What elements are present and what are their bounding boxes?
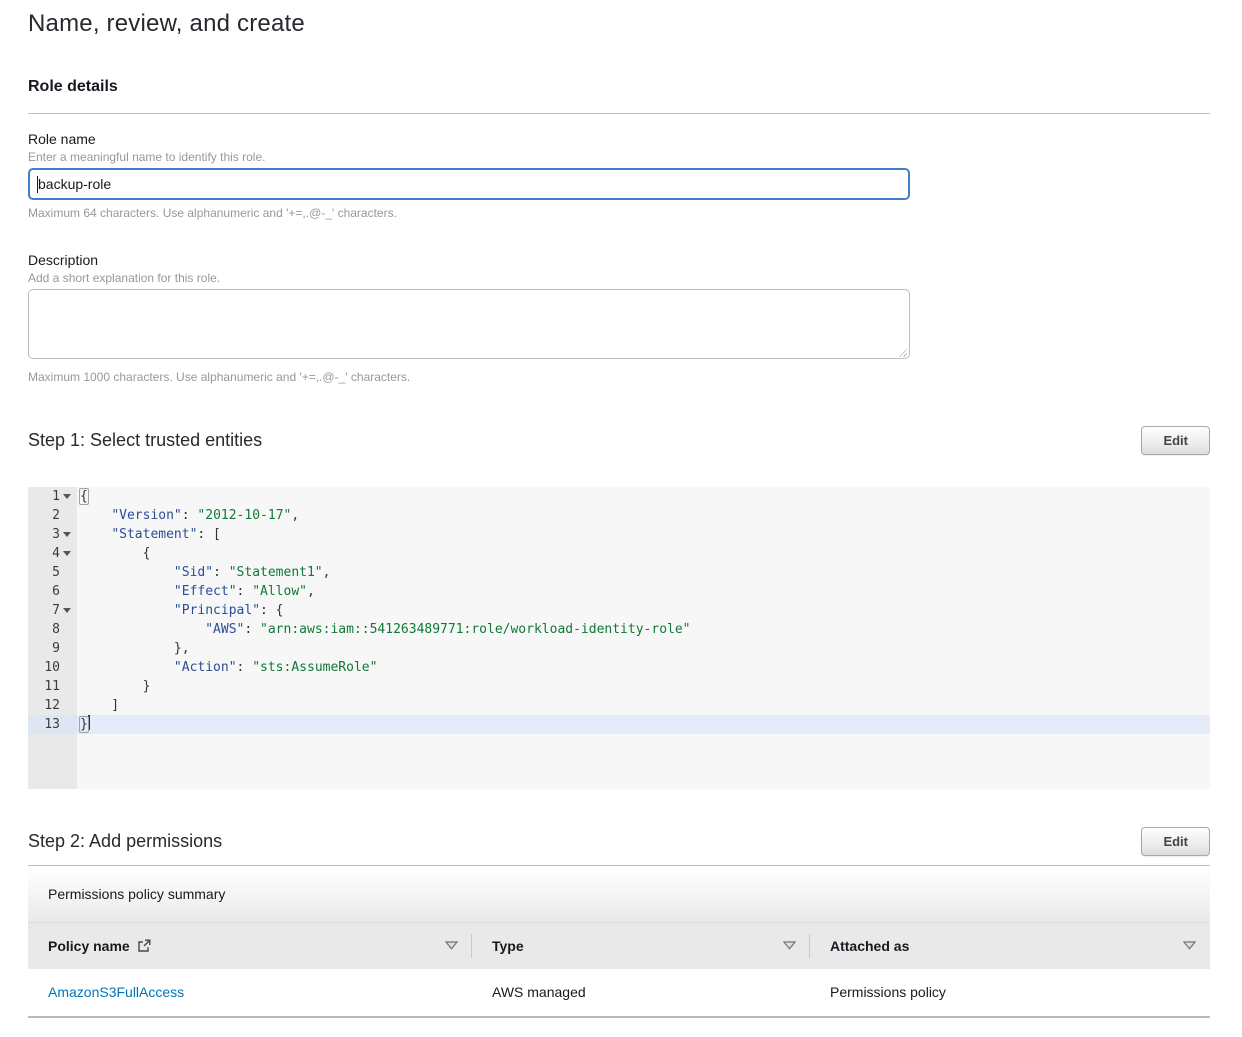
description-textarea[interactable] [28,289,910,359]
gutter-line: 9 [28,639,77,658]
line-number: 5 [52,563,60,582]
role-name-help: Enter a meaningful name to identify this… [28,150,1210,164]
gutter-line: 4 [28,544,77,563]
policy-editor-lines: { "Version": "2012-10-17", "Statement": … [77,487,1210,789]
gutter-line: 1 [28,487,77,506]
cell-type: AWS managed [472,969,810,1017]
column-header-attached-as[interactable]: Attached as [810,923,1210,969]
line-number: 1 [52,487,60,506]
table-row: AmazonS3FullAccess AWS managed Permissio… [28,969,1210,1017]
line-number: 2 [52,506,60,525]
fold-arrow-icon[interactable] [62,525,72,544]
line-number: 8 [52,620,60,639]
code-line[interactable]: "Version": "2012-10-17", [77,506,1210,525]
step2-heading: Step 2: Add permissions [28,831,222,852]
step1-edit-button[interactable]: Edit [1141,426,1210,455]
cell-attached-as: Permissions policy [810,969,1210,1017]
gutter-line: 2 [28,506,77,525]
fold-arrow-icon[interactable] [62,544,72,563]
line-number: 6 [52,582,60,601]
fold-arrow-icon[interactable] [62,601,72,620]
step1-heading: Step 1: Select trusted entities [28,430,262,451]
code-line[interactable]: "AWS": "arn:aws:iam::541263489771:role/w… [77,620,1210,639]
code-line[interactable]: } [77,715,1210,734]
step2-header-row: Step 2: Add permissions Edit [28,827,1210,856]
column-header-type[interactable]: Type [472,923,810,969]
code-line[interactable]: "Sid": "Statement1", [77,563,1210,582]
gutter-line: 3 [28,525,77,544]
cell-policy-name: AmazonS3FullAccess [28,969,472,1017]
gutter-line: 13 [28,715,77,734]
role-name-input[interactable] [28,168,910,200]
code-line[interactable]: { [77,487,1210,506]
policy-editor-gutter: 12345678910111213 [28,487,77,789]
line-number: 10 [44,658,60,677]
gutter-line: 10 [28,658,77,677]
column-header-policy-name[interactable]: Policy name [28,923,472,969]
role-details-heading: Role details [28,78,1210,96]
line-number: 12 [44,696,60,715]
description-field: Description Add a short explanation for … [28,252,1210,384]
role-name-constraint: Maximum 64 characters. Use alphanumeric … [28,206,1210,220]
filter-triangle-icon[interactable] [1183,941,1196,950]
permissions-summary-title: Permissions policy summary [48,886,225,902]
gutter-line: 11 [28,677,77,696]
fold-arrow-icon[interactable] [62,487,72,506]
gutter-line: 7 [28,601,77,620]
code-line[interactable]: "Action": "sts:AssumeRole" [77,658,1210,677]
gutter-line: 8 [28,620,77,639]
gutter-line: 5 [28,563,77,582]
description-help: Add a short explanation for this role. [28,271,1210,285]
code-line[interactable]: "Statement": [ [77,525,1210,544]
editor-cursor [88,715,90,730]
column-label: Type [492,938,524,954]
section-divider [28,113,1210,114]
policy-name-link[interactable]: AmazonS3FullAccess [48,984,184,1000]
code-line[interactable]: }, [77,639,1210,658]
column-label: Policy name [48,938,130,954]
description-label: Description [28,252,1210,268]
text-cursor [37,176,38,193]
line-number: 11 [44,677,60,696]
filter-triangle-icon[interactable] [445,941,458,950]
code-line[interactable]: ] [77,696,1210,715]
line-number: 4 [52,544,60,563]
line-number: 7 [52,601,60,620]
role-name-label: Role name [28,131,1210,147]
filter-triangle-icon[interactable] [783,941,796,950]
page-title: Name, review, and create [28,10,1210,38]
permissions-table-header-row: Policy name T [28,923,1210,969]
line-number: 3 [52,525,60,544]
step1-header-row: Step 1: Select trusted entities Edit [28,426,1210,455]
external-link-icon [137,939,151,953]
page-container: Name, review, and create Role details Ro… [28,0,1210,1018]
step2-edit-button[interactable]: Edit [1141,827,1210,856]
gutter-line: 12 [28,696,77,715]
line-number: 9 [52,639,60,658]
permissions-table: Policy name T [28,922,1210,1018]
description-constraint: Maximum 1000 characters. Use alphanumeri… [28,370,1210,384]
code-line[interactable]: { [77,544,1210,563]
column-label: Attached as [830,938,909,954]
role-name-field: Role name Enter a meaningful name to ide… [28,131,1210,220]
code-line[interactable]: } [77,677,1210,696]
line-number: 13 [44,715,60,734]
permissions-summary-panel-header: Permissions policy summary [28,866,1210,922]
trust-policy-editor[interactable]: 12345678910111213 { "Version": "2012-10-… [28,487,1210,789]
gutter-line: 6 [28,582,77,601]
code-line[interactable]: "Principal": { [77,601,1210,620]
code-line[interactable]: "Effect": "Allow", [77,582,1210,601]
